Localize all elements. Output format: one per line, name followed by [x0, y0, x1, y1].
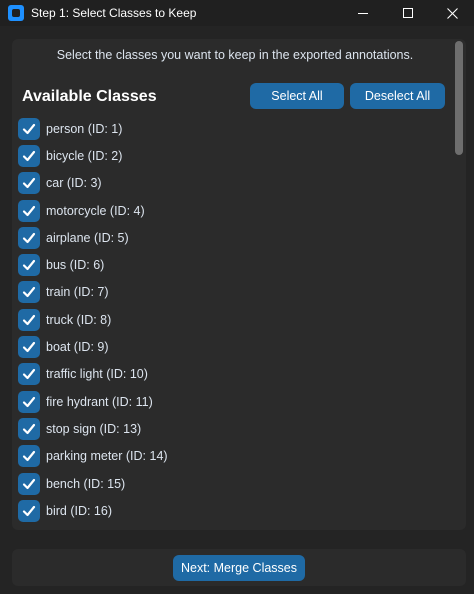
class-item[interactable]: bench (ID: 15) — [18, 470, 454, 497]
class-item[interactable]: traffic light (ID: 10) — [18, 361, 454, 388]
window-title: Step 1: Select Classes to Keep — [31, 6, 197, 20]
class-checkbox[interactable] — [18, 445, 40, 468]
bottom-bar: Next: Merge Classes — [12, 549, 466, 586]
section-title: Available Classes — [22, 88, 157, 105]
class-checkbox[interactable] — [18, 363, 40, 386]
class-label: car (ID: 3) — [46, 176, 102, 191]
class-checkbox[interactable] — [18, 281, 40, 304]
checkmark-icon — [22, 205, 36, 216]
class-checkbox[interactable] — [18, 254, 40, 277]
app-icon — [8, 5, 24, 21]
class-item[interactable]: truck (ID: 8) — [18, 306, 454, 333]
class-label: person (ID: 1) — [46, 121, 123, 136]
class-checkbox[interactable] — [18, 499, 40, 522]
checkmark-icon — [22, 505, 36, 516]
class-label: bench (ID: 15) — [46, 476, 126, 491]
maximize-icon — [403, 8, 413, 18]
class-list: person (ID: 1) bicycle (ID: 2) car (ID: … — [18, 115, 454, 524]
class-checkbox[interactable] — [18, 226, 40, 249]
checkmark-icon — [22, 232, 36, 243]
class-item[interactable]: motorcycle (ID: 4) — [18, 197, 454, 224]
class-checkbox[interactable] — [18, 117, 40, 140]
checkmark-icon — [22, 178, 36, 189]
class-item[interactable]: bicycle (ID: 2) — [18, 142, 454, 169]
checkmark-icon — [22, 150, 36, 162]
scrollbar-thumb[interactable] — [455, 41, 463, 155]
class-label: airplane (ID: 5) — [46, 230, 129, 245]
class-label: train (ID: 7) — [46, 285, 109, 300]
checkmark-icon — [22, 341, 36, 353]
class-item[interactable]: car (ID: 3) — [18, 170, 454, 197]
class-label: bus (ID: 6) — [46, 258, 105, 273]
minimize-button[interactable] — [341, 0, 385, 26]
next-merge-classes-button[interactable]: Next: Merge Classes — [173, 555, 305, 581]
class-checkbox[interactable] — [18, 308, 40, 331]
class-checkbox[interactable] — [18, 390, 40, 413]
title-bar: Step 1: Select Classes to Keep — [0, 0, 474, 26]
class-item[interactable]: bus (ID: 6) — [18, 251, 454, 278]
deselect-all-button[interactable]: Deselect All — [350, 83, 445, 109]
checkmark-icon — [22, 396, 36, 407]
class-checkbox[interactable] — [18, 417, 40, 440]
class-item[interactable]: parking meter (ID: 14) — [18, 443, 454, 470]
class-item[interactable]: stop sign (ID: 13) — [18, 415, 454, 442]
classes-panel: Select the classes you want to keep in t… — [12, 39, 466, 530]
class-checkbox[interactable] — [18, 144, 40, 167]
class-checkbox[interactable] — [18, 172, 40, 195]
class-item[interactable]: fire hydrant (ID: 11) — [18, 388, 454, 415]
checkmark-icon — [22, 123, 36, 134]
class-item[interactable]: boat (ID: 9) — [18, 333, 454, 360]
checkmark-icon — [22, 423, 36, 435]
class-label: boat (ID: 9) — [46, 340, 109, 355]
class-label: fire hydrant (ID: 11) — [46, 394, 153, 409]
class-label: bicycle (ID: 2) — [46, 148, 123, 163]
checkmark-icon — [22, 314, 36, 325]
class-label: truck (ID: 8) — [46, 312, 112, 327]
maximize-button[interactable] — [386, 0, 430, 26]
checkmark-icon — [22, 451, 36, 462]
checkmark-icon — [22, 260, 36, 271]
close-icon — [446, 7, 458, 19]
class-label: stop sign (ID: 13) — [46, 421, 142, 436]
class-label: traffic light (ID: 10) — [46, 367, 148, 382]
select-all-button[interactable]: Select All — [250, 83, 344, 109]
minimize-icon — [358, 12, 368, 14]
class-label: motorcycle (ID: 4) — [46, 203, 145, 218]
checkmark-icon — [22, 287, 36, 298]
checkmark-icon — [22, 478, 36, 489]
class-item[interactable]: bird (ID: 16) — [18, 497, 454, 524]
class-checkbox[interactable] — [18, 336, 40, 359]
scrollbar[interactable] — [455, 41, 463, 527]
class-checkbox[interactable] — [18, 199, 40, 222]
class-checkbox[interactable] — [18, 472, 40, 495]
close-button[interactable] — [430, 0, 474, 26]
class-item[interactable]: person (ID: 1) — [18, 115, 454, 142]
checkmark-icon — [22, 369, 36, 380]
class-item[interactable]: airplane (ID: 5) — [18, 224, 454, 251]
class-item[interactable]: train (ID: 7) — [18, 279, 454, 306]
instruction-text: Select the classes you want to keep in t… — [56, 48, 414, 62]
class-label: bird (ID: 16) — [46, 503, 112, 518]
class-label: parking meter (ID: 14) — [46, 449, 168, 464]
